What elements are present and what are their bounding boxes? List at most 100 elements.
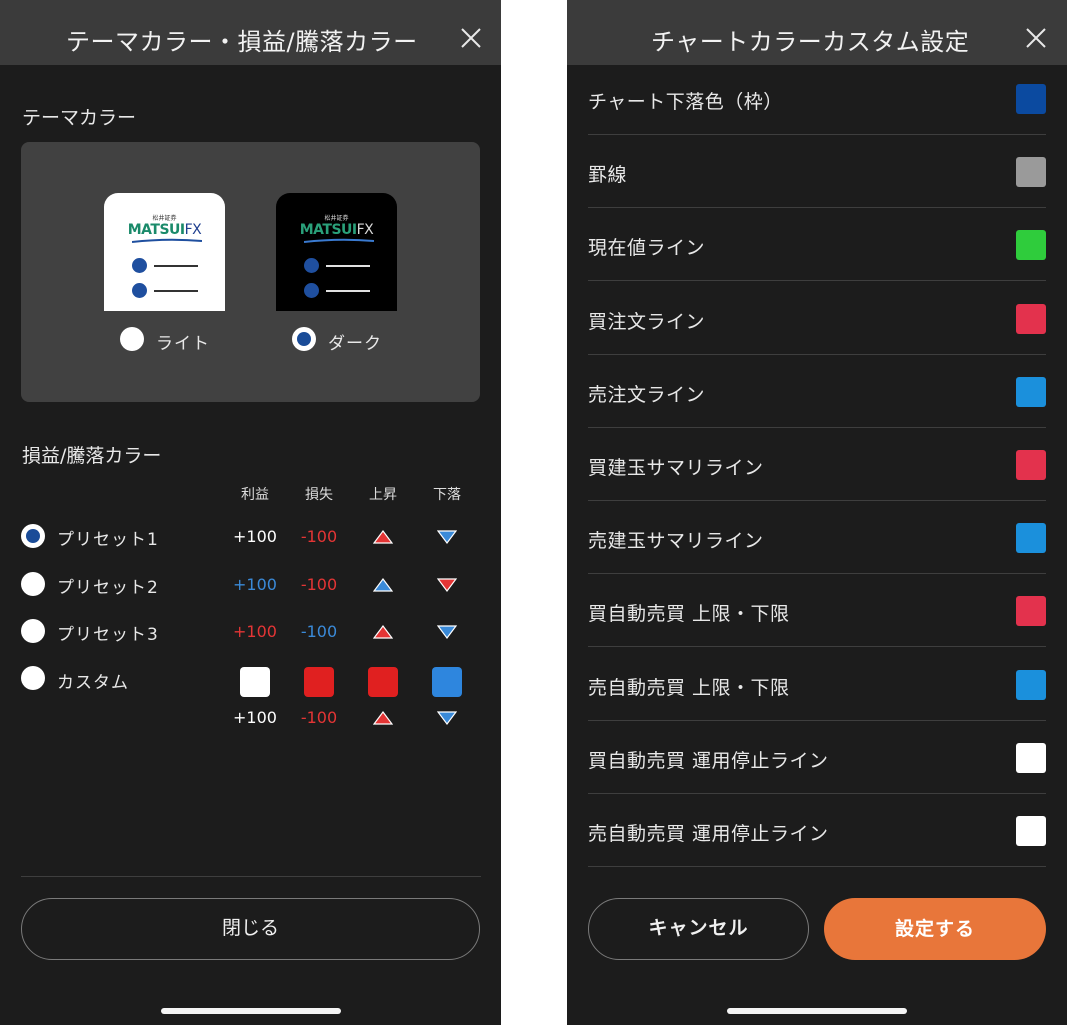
logo-swoosh-icon [132, 238, 202, 243]
dark-theme-radio[interactable] [292, 327, 316, 351]
chart-color-row[interactable]: 買注文ライン [588, 282, 1046, 355]
close-button[interactable]: 閉じる [21, 898, 480, 960]
loss-value: -100 [300, 622, 338, 641]
chart-color-row[interactable]: 買自動売買 運用停止ライン [588, 721, 1046, 794]
logo-fx-text: FX [356, 222, 374, 238]
column-header-down: 下落 [433, 487, 461, 503]
matsui-fx-logo: MATSUIFX [104, 222, 225, 238]
custom-down-swatch[interactable] [432, 667, 462, 697]
home-indicator [161, 1008, 341, 1014]
chart-color-row[interactable]: 買自動売買 上限・下限 [588, 574, 1046, 648]
down-triangle-icon [437, 625, 457, 639]
preset-label: プリセット2 [57, 577, 159, 598]
apply-button[interactable]: 設定する [824, 898, 1046, 960]
color-swatch[interactable] [1016, 742, 1046, 773]
theme-color-panel: テーマカラー・損益/騰落カラー テーマカラー 松井証券 MATSUIFX ライト… [0, 0, 501, 1025]
color-swatch[interactable] [1016, 669, 1046, 700]
color-swatch[interactable] [1016, 596, 1046, 627]
theme-selector: 松井証券 MATSUIFX ライト 松井証券 MATSUIFX ダーク [21, 142, 480, 402]
chart-color-row[interactable]: 売自動売買 上限・下限 [588, 648, 1046, 721]
custom-up-swatch[interactable] [368, 667, 398, 697]
profit-value: +100 [233, 708, 277, 727]
light-theme-preview[interactable]: 松井証券 MATSUIFX [104, 193, 225, 311]
logo-main-text: MATSUI [127, 222, 185, 238]
chart-color-row[interactable]: チャート下落色（枠） [588, 62, 1046, 135]
loss-value: -100 [300, 574, 338, 594]
light-theme-radio[interactable] [120, 327, 144, 351]
column-header-up: 上昇 [369, 487, 397, 503]
preset-label: プリセット1 [57, 530, 159, 550]
color-swatch[interactable] [1016, 157, 1046, 188]
color-swatch[interactable] [1016, 230, 1046, 261]
chart-color-row[interactable]: 売建玉サマリライン [588, 501, 1046, 575]
profit-value: +100 [233, 622, 277, 641]
loss-value: -100 [300, 527, 338, 546]
dark-theme-label: ダーク [328, 334, 382, 354]
custom-profit-swatch[interactable] [240, 667, 270, 697]
column-header-loss: 損失 [305, 487, 333, 503]
custom-radio[interactable] [21, 666, 45, 690]
up-triangle-icon [373, 530, 393, 544]
chart-color-label: 買自動売買 運用停止ライン [588, 749, 829, 772]
profit-value: +100 [233, 527, 277, 546]
chart-color-row[interactable]: 売注文ライン [588, 355, 1046, 428]
preset-radio-1[interactable] [21, 524, 45, 548]
column-header-profit: 利益 [241, 487, 269, 503]
logo-main-text: MATSUI [299, 222, 357, 238]
chart-color-row[interactable]: 買建玉サマリライン [588, 428, 1046, 501]
home-indicator [727, 1008, 907, 1014]
preset-radio-2[interactable] [21, 571, 45, 596]
close-icon[interactable] [1025, 27, 1047, 49]
check-icon [132, 283, 147, 298]
logo-small-text: 松井証券 [324, 215, 349, 222]
color-swatch[interactable] [1016, 816, 1046, 846]
chart-color-label: 売注文ライン [588, 383, 706, 406]
theme-section-title: テーマカラー [22, 107, 137, 129]
pl-section-title: 損益/騰落カラー [22, 445, 162, 467]
chart-color-row[interactable]: 現在値ライン [588, 208, 1046, 282]
page-title: テーマカラー・損益/騰落カラー [66, 28, 418, 56]
close-icon[interactable] [460, 27, 482, 49]
down-triangle-icon [437, 711, 457, 725]
chart-color-label: 売自動売買 上限・下限 [588, 676, 790, 699]
preset-radio-3[interactable] [21, 619, 45, 643]
chart-color-row[interactable]: 売自動売買 運用停止ライン [588, 794, 1046, 867]
profit-value: +100 [233, 574, 277, 594]
up-triangle-icon [373, 625, 393, 639]
logo-fx-text: FX [184, 222, 202, 238]
divider [21, 876, 481, 877]
chart-color-label: 売建玉サマリライン [588, 530, 764, 553]
chart-color-label: 売自動売買 運用停止ライン [588, 823, 829, 845]
logo-small-text: 松井証券 [152, 215, 177, 222]
chart-color-label: 買建玉サマリライン [588, 457, 764, 479]
color-swatch[interactable] [1016, 84, 1046, 114]
check-icon [304, 283, 319, 298]
up-triangle-icon [373, 711, 393, 725]
cancel-button[interactable]: キャンセル [588, 898, 809, 960]
chart-color-label: 買注文ライン [588, 310, 706, 333]
custom-loss-swatch[interactable] [304, 667, 334, 697]
check-icon [132, 258, 147, 273]
down-triangle-icon [437, 530, 457, 544]
color-swatch[interactable] [1016, 376, 1046, 407]
chart-color-label: 現在値ライン [588, 237, 706, 260]
chart-color-label: チャート下落色（枠） [588, 91, 783, 113]
preview-check-row [304, 283, 374, 299]
header-bar: テーマカラー・損益/騰落カラー [0, 0, 501, 65]
preset-label: プリセット3 [57, 625, 159, 645]
color-swatch[interactable] [1016, 450, 1046, 480]
custom-label: カスタム [57, 673, 129, 693]
preview-check-row [132, 258, 202, 274]
chart-color-label: 罫線 [588, 164, 628, 187]
up-triangle-icon [373, 577, 393, 592]
check-icon [304, 258, 319, 273]
header-bar: チャートカラーカスタム設定 [567, 0, 1067, 65]
chart-color-row[interactable]: 罫線 [588, 135, 1046, 209]
light-theme-label: ライト [156, 334, 210, 354]
chart-color-custom-panel: チャートカラーカスタム設定 チャート下落色（枠） 罫線現在値ライン 買注文ライン 売注… [567, 0, 1067, 1025]
color-swatch[interactable] [1016, 303, 1046, 334]
color-swatch[interactable] [1016, 523, 1046, 554]
dark-theme-preview[interactable]: 松井証券 MATSUIFX [276, 193, 397, 311]
loss-value: -100 [300, 708, 338, 727]
logo-swoosh-icon [304, 238, 374, 243]
